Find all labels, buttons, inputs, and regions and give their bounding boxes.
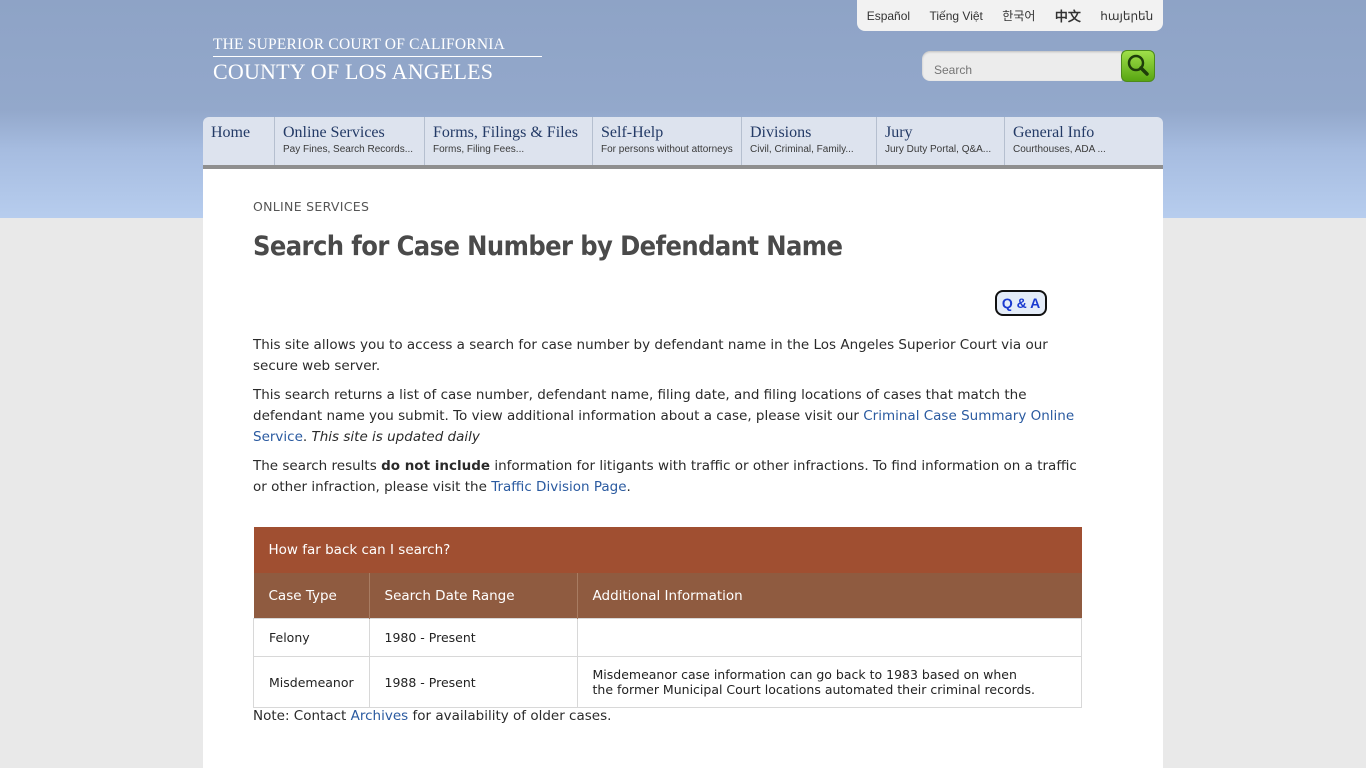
nav-forms-filings-title: Forms, Filings & Files — [433, 124, 578, 141]
language-armenian[interactable]: հայերեն — [1100, 9, 1153, 23]
nav-general-info[interactable]: General Info Courthouses, ADA ... — [1005, 117, 1163, 165]
page-title: Search for Case Number by Defendant Name — [253, 231, 843, 262]
nav-jury-subtitle: Jury Duty Portal, Q&A... — [885, 144, 992, 155]
archives-note: Note: Contact Archives for availability … — [253, 708, 611, 724]
nav-online-services[interactable]: Online Services Pay Fines, Search Record… — [275, 117, 425, 165]
main-navigation: Home Online Services Pay Fines, Search R… — [203, 117, 1163, 169]
column-header-date-range: Search Date Range — [369, 573, 578, 619]
nav-jury-title: Jury — [885, 124, 913, 141]
language-korean[interactable]: 한국어 — [1002, 7, 1035, 24]
nav-divisions[interactable]: Divisions Civil, Criminal, Family... — [742, 117, 877, 165]
nav-jury[interactable]: Jury Jury Duty Portal, Q&A... — [877, 117, 1005, 165]
traffic-text-after: . — [626, 479, 631, 495]
table-cell: Misdemeanor — [253, 656, 370, 708]
nav-general-info-title: General Info — [1013, 124, 1095, 141]
table-cell: 1988 - Present — [368, 656, 578, 708]
language-chinese[interactable]: 中文 — [1055, 6, 1081, 25]
table-cell: 1980 - Present — [368, 618, 578, 657]
nav-home[interactable]: Home — [203, 117, 275, 165]
magnifier-icon — [1127, 54, 1149, 76]
table-cell: Felony — [253, 618, 370, 657]
nav-online-services-title: Online Services — [283, 124, 385, 141]
table-cell: Misdemeanor case information can go back… — [576, 656, 1082, 708]
nav-divisions-title: Divisions — [750, 124, 812, 141]
search-range-table: How far back can I search? Case Type Sea… — [253, 527, 1082, 708]
note-text-after: for availability of older cases. — [408, 708, 612, 724]
results-paragraph: This search returns a list of case numbe… — [253, 385, 1083, 448]
table-row: Felony 1980 - Present — [253, 618, 1082, 657]
table-caption: How far back can I search? — [253, 527, 1082, 573]
nav-forms-filings[interactable]: Forms, Filings & Files Forms, Filing Fee… — [425, 117, 593, 165]
column-header-additional-info: Additional Information — [577, 573, 1082, 619]
updated-daily-note: This site is updated daily — [311, 429, 480, 445]
search-button[interactable] — [1121, 50, 1155, 82]
search-box — [922, 51, 1122, 81]
traffic-text: The search results — [253, 458, 382, 474]
intro-paragraph: This site allows you to access a search … — [253, 337, 1048, 374]
qa-button[interactable]: Q & A — [995, 290, 1047, 316]
nav-self-help-title: Self-Help — [601, 124, 664, 141]
archives-link[interactable]: Archives — [351, 708, 409, 724]
traffic-division-link[interactable]: Traffic Division Page — [491, 479, 626, 495]
traffic-paragraph: The search results do not include inform… — [253, 456, 1083, 498]
language-spanish[interactable]: Español — [867, 9, 910, 23]
table-cell — [576, 618, 1082, 657]
column-header-case-type: Case Type — [253, 573, 370, 619]
results-text-after: . — [302, 429, 312, 445]
nav-forms-filings-subtitle: Forms, Filing Fees... — [433, 144, 525, 155]
logo-line-2: COUNTY OF LOS ANGELES — [213, 59, 494, 84]
nav-home-title: Home — [211, 124, 251, 141]
court-logo[interactable]: THE SUPERIOR COURT OF CALIFORNIA COUNTY … — [213, 37, 542, 86]
language-vietnamese[interactable]: Tiếng Việt — [930, 9, 983, 23]
note-text: Note: Contact — [253, 708, 351, 724]
nav-online-services-subtitle: Pay Fines, Search Records... — [283, 144, 414, 155]
nav-divisions-subtitle: Civil, Criminal, Family... — [750, 144, 854, 155]
do-not-include-text: do not include — [381, 458, 491, 474]
logo-line-1: THE SUPERIOR COURT OF CALIFORNIA — [213, 37, 542, 57]
language-bar: Español Tiếng Việt 한국어 中文 հայերեն — [857, 0, 1163, 31]
main-content: ONLINE SERVICES Search for Case Number b… — [203, 169, 1163, 768]
nav-self-help[interactable]: Self-Help For persons without attorneys — [593, 117, 742, 165]
nav-self-help-subtitle: For persons without attorneys — [601, 144, 733, 155]
breadcrumb[interactable]: ONLINE SERVICES — [253, 199, 369, 214]
nav-general-info-subtitle: Courthouses, ADA ... — [1013, 144, 1106, 155]
table-row: Misdemeanor 1988 - Present Misdemeanor c… — [253, 656, 1082, 708]
search-input[interactable] — [922, 51, 1112, 81]
